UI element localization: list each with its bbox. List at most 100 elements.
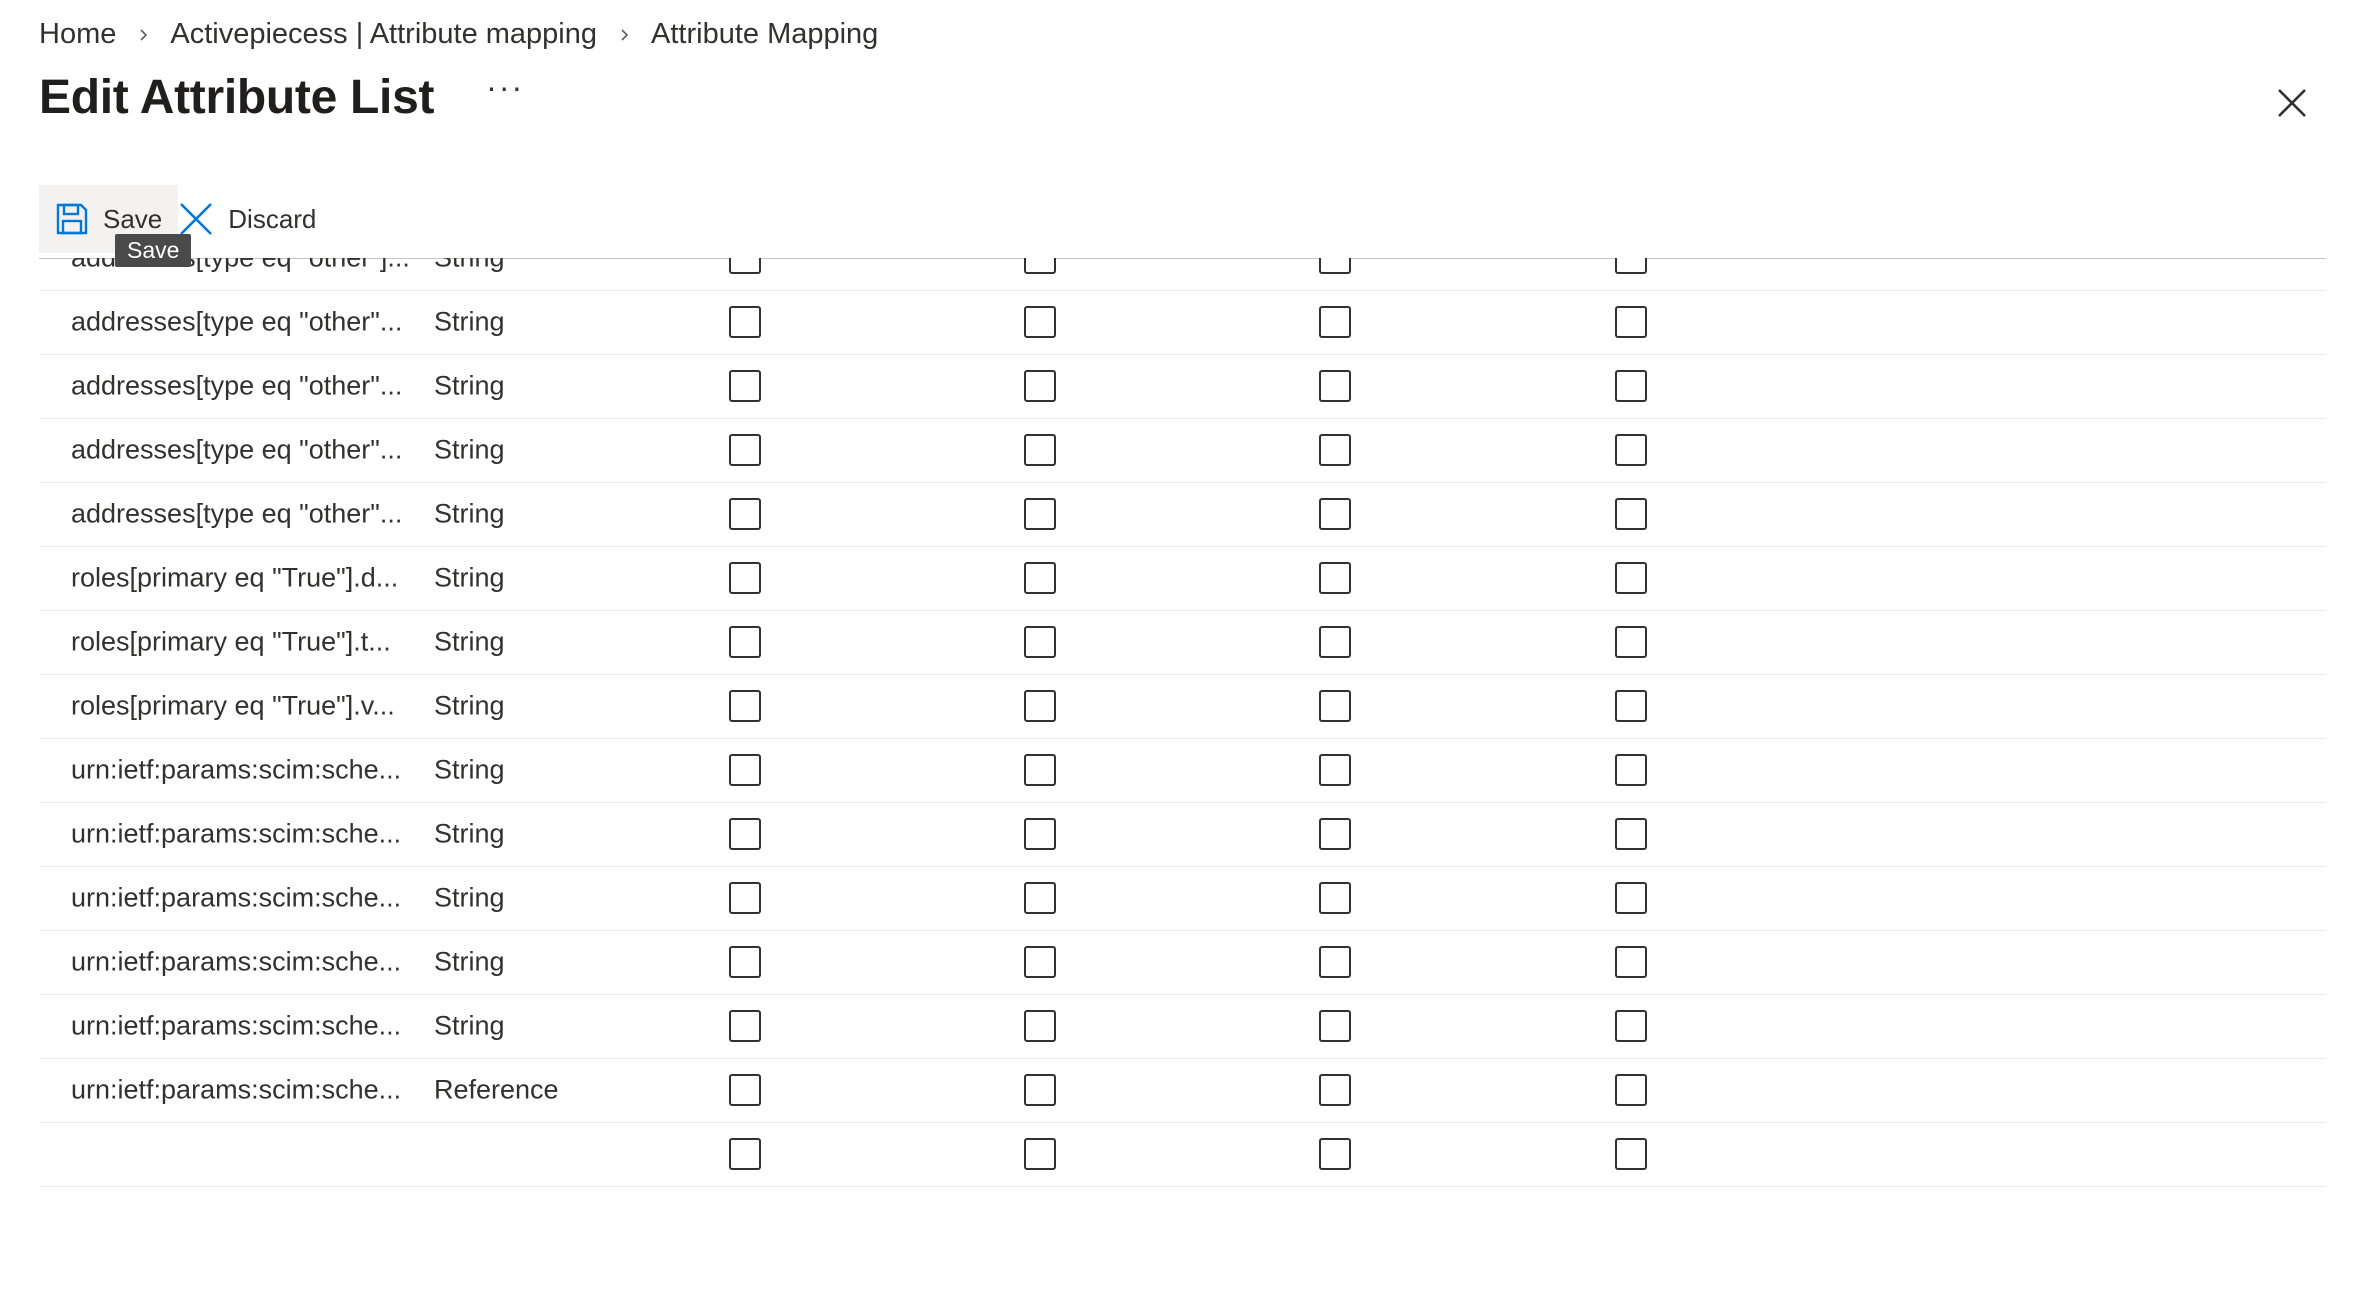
exact-case-checkbox[interactable] (1615, 434, 1647, 466)
primary-key-checkbox[interactable] (729, 1138, 761, 1170)
primary-key-checkbox[interactable] (729, 626, 761, 658)
close-icon[interactable] (2275, 86, 2309, 120)
primary-key-checkbox[interactable] (729, 306, 761, 338)
primary-key-checkbox[interactable] (729, 498, 761, 530)
title-row: Edit Attribute List ··· (39, 69, 524, 125)
table-row: addresses[type eq "other"... String (39, 354, 2326, 419)
table-row (39, 1122, 2326, 1187)
attribute-type: String (434, 946, 505, 977)
required-checkbox[interactable] (1024, 434, 1056, 466)
multi-value-checkbox[interactable] (1319, 370, 1351, 402)
table-row: urn:ietf:params:scim:sche... String (39, 866, 2326, 931)
required-checkbox[interactable] (1024, 1138, 1056, 1170)
multi-value-checkbox[interactable] (1319, 498, 1351, 530)
required-checkbox[interactable] (1024, 562, 1056, 594)
attribute-type: String (434, 562, 505, 593)
breadcrumb-home[interactable]: Home (39, 18, 116, 51)
multi-value-checkbox[interactable] (1319, 562, 1351, 594)
attribute-name: addresses[type eq "other"... (71, 434, 403, 465)
breadcrumb: Home Activepiecess | Attribute mapping A… (39, 18, 878, 51)
attribute-type: String (434, 258, 505, 274)
attribute-name: urn:ietf:params:scim:sche... (71, 1074, 402, 1105)
multi-value-checkbox[interactable] (1319, 690, 1351, 722)
attribute-type: String (434, 882, 505, 913)
attribute-type: String (434, 1010, 505, 1041)
primary-key-checkbox[interactable] (729, 1074, 761, 1106)
exact-case-checkbox[interactable] (1615, 306, 1647, 338)
breadcrumb-app[interactable]: Activepiecess | Attribute mapping (170, 18, 597, 51)
multi-value-checkbox[interactable] (1319, 946, 1351, 978)
multi-value-checkbox[interactable] (1319, 306, 1351, 338)
required-checkbox[interactable] (1024, 498, 1056, 530)
attribute-name: roles[primary eq "True"].d... (71, 562, 399, 593)
discard-button[interactable]: Discard (178, 185, 332, 253)
multi-value-checkbox[interactable] (1319, 626, 1351, 658)
table-row: urn:ietf:params:scim:sche... Reference (39, 1058, 2326, 1123)
exact-case-checkbox[interactable] (1615, 370, 1647, 402)
exact-case-checkbox[interactable] (1615, 1074, 1647, 1106)
primary-key-checkbox[interactable] (729, 562, 761, 594)
attribute-name: addresses[type eq "other"... (71, 498, 403, 529)
exact-case-checkbox[interactable] (1615, 258, 1647, 274)
table-row: addresses[type eq "other"]... String (39, 258, 2326, 291)
attribute-name: addresses[type eq "other"... (71, 306, 403, 337)
required-checkbox[interactable] (1024, 306, 1056, 338)
multi-value-checkbox[interactable] (1319, 818, 1351, 850)
attribute-type: String (434, 818, 505, 849)
more-options-button[interactable]: ··· (486, 69, 524, 106)
attribute-name: roles[primary eq "True"].v... (71, 690, 395, 721)
attribute-name: urn:ietf:params:scim:sche... (71, 818, 402, 849)
attribute-type: String (434, 498, 505, 529)
required-checkbox[interactable] (1024, 754, 1056, 786)
primary-key-checkbox[interactable] (729, 818, 761, 850)
primary-key-checkbox[interactable] (729, 370, 761, 402)
required-checkbox[interactable] (1024, 258, 1056, 274)
table-row: urn:ietf:params:scim:sche... String (39, 994, 2326, 1059)
required-checkbox[interactable] (1024, 946, 1056, 978)
primary-key-checkbox[interactable] (729, 258, 761, 274)
required-checkbox[interactable] (1024, 1010, 1056, 1042)
required-checkbox[interactable] (1024, 882, 1056, 914)
required-checkbox[interactable] (1024, 1074, 1056, 1106)
table-row: urn:ietf:params:scim:sche... String (39, 738, 2326, 803)
multi-value-checkbox[interactable] (1319, 258, 1351, 274)
multi-value-checkbox[interactable] (1319, 882, 1351, 914)
primary-key-checkbox[interactable] (729, 690, 761, 722)
exact-case-checkbox[interactable] (1615, 1010, 1647, 1042)
attribute-type: String (434, 754, 505, 785)
primary-key-checkbox[interactable] (729, 754, 761, 786)
required-checkbox[interactable] (1024, 818, 1056, 850)
exact-case-checkbox[interactable] (1615, 498, 1647, 530)
save-icon (56, 203, 88, 235)
required-checkbox[interactable] (1024, 690, 1056, 722)
exact-case-checkbox[interactable] (1615, 818, 1647, 850)
attribute-type: String (434, 434, 505, 465)
multi-value-checkbox[interactable] (1319, 1010, 1351, 1042)
exact-case-checkbox[interactable] (1615, 754, 1647, 786)
exact-case-checkbox[interactable] (1615, 946, 1647, 978)
table-row: urn:ietf:params:scim:sche... String (39, 930, 2326, 995)
required-checkbox[interactable] (1024, 626, 1056, 658)
primary-key-checkbox[interactable] (729, 882, 761, 914)
table-row: roles[primary eq "True"].t... String (39, 610, 2326, 675)
chevron-right-icon (140, 28, 148, 41)
exact-case-checkbox[interactable] (1615, 882, 1647, 914)
breadcrumb-attribute-mapping[interactable]: Attribute Mapping (651, 18, 878, 51)
attribute-type: Reference (434, 1074, 559, 1105)
table-row: addresses[type eq "other"... String (39, 418, 2326, 483)
multi-value-checkbox[interactable] (1319, 1138, 1351, 1170)
table-row: urn:ietf:params:scim:sche... String (39, 802, 2326, 867)
primary-key-checkbox[interactable] (729, 1010, 761, 1042)
exact-case-checkbox[interactable] (1615, 626, 1647, 658)
multi-value-checkbox[interactable] (1319, 754, 1351, 786)
multi-value-checkbox[interactable] (1319, 434, 1351, 466)
exact-case-checkbox[interactable] (1615, 690, 1647, 722)
chevron-right-icon (621, 28, 629, 41)
exact-case-checkbox[interactable] (1615, 562, 1647, 594)
primary-key-checkbox[interactable] (729, 434, 761, 466)
required-checkbox[interactable] (1024, 370, 1056, 402)
multi-value-checkbox[interactable] (1319, 1074, 1351, 1106)
primary-key-checkbox[interactable] (729, 946, 761, 978)
exact-case-checkbox[interactable] (1615, 1138, 1647, 1170)
save-tooltip: Save (115, 234, 192, 267)
